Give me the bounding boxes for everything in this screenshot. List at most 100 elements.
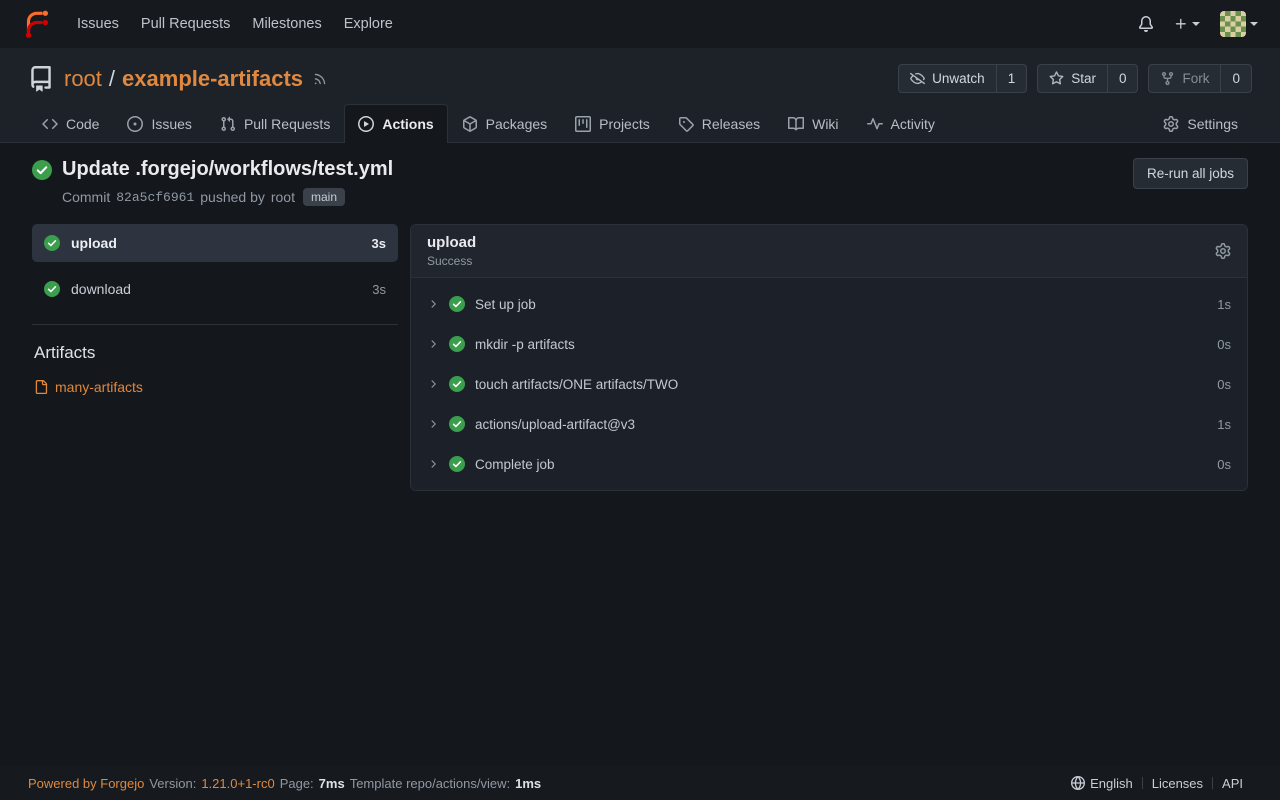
create-new-menu[interactable]: [1174, 17, 1200, 31]
api-link[interactable]: API: [1213, 776, 1252, 791]
template-time-value: 1ms: [515, 776, 541, 791]
check-circle-icon: [449, 336, 465, 352]
branch-badge[interactable]: main: [303, 188, 345, 206]
step-duration: 1s: [1217, 297, 1231, 312]
nav-milestones[interactable]: Milestones: [241, 8, 332, 40]
commit-sha-link[interactable]: 82a5cf6961: [116, 190, 194, 205]
fork-icon: [1160, 71, 1175, 86]
step-row-complete-job[interactable]: Complete job 0s: [411, 444, 1247, 484]
step-row-upload-artifact[interactable]: actions/upload-artifact@v3 1s: [411, 404, 1247, 444]
rss-feed-button[interactable]: [313, 72, 327, 86]
job-item-download[interactable]: download 3s: [32, 270, 398, 308]
bell-icon: [1138, 16, 1154, 32]
page-time-label: Page:: [280, 776, 314, 791]
tab-settings[interactable]: Settings: [1149, 104, 1252, 143]
repo-name-link[interactable]: example-artifacts: [122, 66, 303, 92]
job-detail-panel: upload Success Set up job 1s mkdir -p ar…: [410, 224, 1248, 491]
jobs-sidebar: upload 3s download 3s Artifacts many-art…: [32, 224, 398, 395]
job-detail-title: upload: [427, 234, 476, 251]
step-row-set-up-job[interactable]: Set up job 1s: [411, 284, 1247, 324]
pull-request-icon: [220, 116, 236, 132]
step-row-touch-artifacts[interactable]: touch artifacts/ONE artifacts/TWO 0s: [411, 364, 1247, 404]
user-menu[interactable]: [1220, 11, 1258, 37]
tab-issues[interactable]: Issues: [113, 104, 205, 143]
code-icon: [42, 116, 58, 132]
check-circle-icon: [449, 376, 465, 392]
artifacts-section: Artifacts many-artifacts: [32, 324, 398, 395]
chevron-right-icon: [427, 378, 439, 390]
actions-run-view: Update .forgejo/workflows/test.yml Commi…: [0, 143, 1280, 766]
fork-button[interactable]: Fork: [1149, 65, 1220, 92]
star-button[interactable]: Star: [1038, 65, 1107, 92]
tab-packages[interactable]: Packages: [448, 104, 561, 143]
repo-icon: [28, 66, 54, 92]
version-link[interactable]: 1.21.0+1-rc0: [201, 776, 274, 791]
repo-path-separator: /: [109, 66, 115, 92]
step-duration: 0s: [1217, 337, 1231, 352]
footer-right: English Licenses API: [1062, 776, 1252, 791]
globe-icon: [1071, 776, 1085, 790]
job-options-button[interactable]: [1215, 243, 1231, 259]
stars-count[interactable]: 0: [1107, 65, 1138, 92]
job-item-upload[interactable]: upload 3s: [32, 224, 398, 262]
tab-releases[interactable]: Releases: [664, 104, 774, 143]
plus-icon: [1174, 17, 1188, 31]
gear-icon: [1163, 116, 1179, 132]
repo-owner-link[interactable]: root: [64, 66, 102, 92]
file-icon: [34, 380, 48, 394]
step-duration: 0s: [1217, 377, 1231, 392]
nav-pull-requests[interactable]: Pull Requests: [130, 8, 241, 40]
run-meta: Commit 82a5cf6961 pushed by root main: [62, 188, 393, 206]
top-navbar: Issues Pull Requests Milestones Explore: [0, 0, 1280, 48]
step-duration: 1s: [1217, 417, 1231, 432]
step-row-mkdir[interactable]: mkdir -p artifacts 0s: [411, 324, 1247, 364]
check-circle-icon: [449, 456, 465, 472]
footer-left: Powered by Forgejo Version: 1.21.0+1-rc0…: [28, 776, 541, 791]
star-icon: [1049, 71, 1064, 86]
check-circle-icon: [44, 281, 60, 297]
job-steps-list: Set up job 1s mkdir -p artifacts 0s touc…: [411, 278, 1247, 490]
pusher-link[interactable]: root: [271, 189, 295, 205]
footer: Powered by Forgejo Version: 1.21.0+1-rc0…: [0, 766, 1280, 800]
tab-actions[interactable]: Actions: [344, 104, 447, 143]
repo-header: root / example-artifacts Unwatch 1 Star …: [0, 48, 1280, 143]
forgejo-logo[interactable]: [22, 9, 52, 39]
package-icon: [462, 116, 478, 132]
caret-down-icon: [1250, 22, 1258, 26]
notifications-button[interactable]: [1138, 16, 1154, 32]
unwatch-button[interactable]: Unwatch: [899, 65, 996, 92]
rerun-all-jobs-button[interactable]: Re-run all jobs: [1133, 158, 1248, 189]
powered-by-forgejo-link[interactable]: Powered by Forgejo: [28, 776, 144, 791]
project-icon: [575, 116, 591, 132]
run-status-success-icon: [32, 160, 52, 180]
artifact-link-many-artifacts[interactable]: many-artifacts: [34, 379, 398, 395]
watch-button-group: Unwatch 1: [898, 64, 1027, 93]
watchers-count[interactable]: 1: [996, 65, 1027, 92]
chevron-right-icon: [427, 458, 439, 470]
licenses-link[interactable]: Licenses: [1143, 776, 1212, 791]
chevron-right-icon: [427, 338, 439, 350]
tab-projects[interactable]: Projects: [561, 104, 664, 143]
tab-wiki[interactable]: Wiki: [774, 104, 852, 143]
pushed-by-label: pushed by: [200, 189, 265, 205]
book-icon: [788, 116, 804, 132]
repo-title: root / example-artifacts: [64, 66, 303, 92]
issue-opened-icon: [127, 116, 143, 132]
nav-issues[interactable]: Issues: [66, 8, 130, 40]
rss-icon: [313, 72, 327, 86]
language-menu[interactable]: English: [1062, 776, 1142, 791]
gear-icon: [1215, 243, 1231, 259]
navbar-right: [1138, 11, 1258, 37]
nav-explore[interactable]: Explore: [333, 8, 404, 40]
tag-icon: [678, 116, 694, 132]
artifacts-heading: Artifacts: [34, 343, 398, 363]
tab-activity[interactable]: Activity: [853, 104, 949, 143]
page-time-value: 7ms: [319, 776, 345, 791]
fork-button-group: Fork 0: [1148, 64, 1252, 93]
job-detail-status: Success: [427, 254, 476, 268]
tab-code[interactable]: Code: [28, 104, 113, 143]
tab-pull-requests[interactable]: Pull Requests: [206, 104, 344, 143]
run-title: Update .forgejo/workflows/test.yml: [62, 158, 393, 181]
forks-count[interactable]: 0: [1220, 65, 1251, 92]
caret-down-icon: [1192, 22, 1200, 26]
